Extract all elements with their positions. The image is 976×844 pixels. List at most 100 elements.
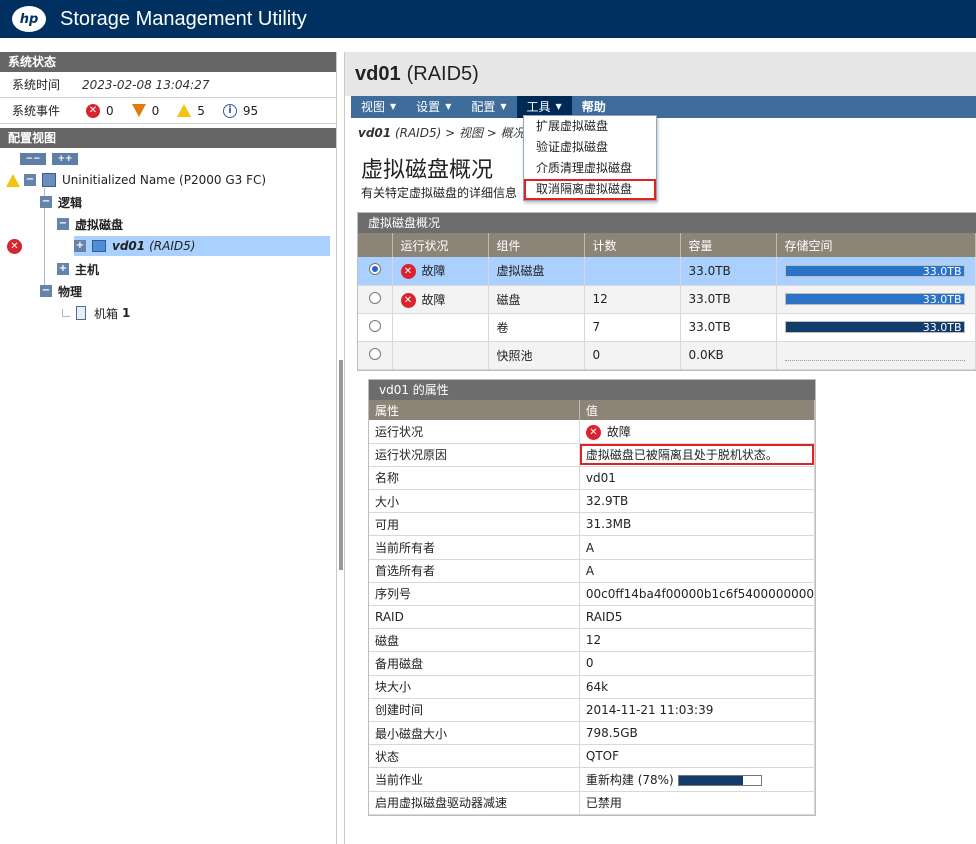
storage-cell	[776, 341, 976, 370]
tree-vd01[interactable]: + vd01 (RAID5)	[74, 236, 330, 256]
storage-cell: 33.0TB	[776, 313, 976, 342]
tree-enclosure-num: 1	[122, 306, 131, 320]
row-radio[interactable]	[368, 319, 381, 332]
tree-logical-label: 逻辑	[58, 195, 83, 210]
tree-hosts[interactable]: + 主机	[57, 259, 99, 279]
left-panel: 系统状态 系统时间 2023-02-08 13:04:27 系统事件 ✕ 0 0 …	[0, 52, 337, 844]
tree-vd01-raid: (RAID5)	[149, 239, 196, 253]
select-cell[interactable]	[358, 257, 393, 286]
table-row[interactable]: ✕ 故障 磁盘 12 33.0TB 33.0TB	[358, 285, 976, 314]
menu-view[interactable]: 视图 ▼	[351, 96, 406, 118]
tree-logical[interactable]: − 逻辑	[40, 192, 82, 212]
expand-icon[interactable]: +	[57, 263, 69, 275]
storage-bar-empty	[784, 349, 965, 361]
col-count: 计数	[584, 233, 681, 257]
left-scrollbar[interactable]	[339, 360, 343, 570]
menu-scrub-vdisk[interactable]: 介质清理虚拟磁盘	[524, 158, 656, 179]
error-icon: ✕	[86, 103, 100, 118]
prop-label: 大小	[369, 489, 580, 514]
table-row[interactable]: 快照池 0 0.0KB	[358, 341, 976, 370]
warning-icon	[177, 104, 192, 117]
main-panel: vd01 (RAID5) 视图 ▼ 设置 ▼ 配置 ▼ 工具 ▼ 帮助 vd01 (RA…	[344, 52, 976, 844]
row-radio[interactable]	[368, 291, 381, 304]
caret-down-icon: ▼	[445, 102, 452, 111]
event-info[interactable]: i 95	[222, 103, 272, 118]
storage-bar-label: 33.0TB	[922, 293, 962, 306]
menu-verify-vdisk[interactable]: 验证虚拟磁盘	[524, 137, 656, 158]
error-icon: ✕	[400, 264, 416, 280]
select-cell[interactable]	[358, 313, 393, 342]
menu-expand-vdisk[interactable]: 扩展虚拟磁盘	[524, 116, 656, 137]
row-radio[interactable]	[368, 347, 381, 360]
table-row: RAID RAID5	[369, 605, 816, 630]
prop-label: 可用	[369, 512, 580, 537]
storage-cell: 33.0TB	[776, 257, 976, 286]
collapse-icon[interactable]: −	[24, 174, 36, 186]
menu-config[interactable]: 配置 ▼	[461, 96, 516, 118]
capacity-cell: 33.0TB	[680, 285, 777, 314]
collapse-icon[interactable]: −	[57, 218, 69, 230]
prop-value: vd01	[579, 466, 816, 491]
table-row[interactable]: 卷 7 33.0TB 33.0TB	[358, 313, 976, 342]
storage-bar-label: 33.0TB	[922, 264, 962, 278]
prop-value: 12	[579, 628, 816, 653]
expand-all-button[interactable]: ++	[52, 153, 78, 165]
collapse-icon[interactable]: −	[40, 196, 52, 208]
row-radio[interactable]	[368, 263, 381, 276]
config-view-heading: 配置视图	[0, 128, 336, 148]
health-cell: ✕ 故障	[392, 257, 489, 286]
collapse-all-button[interactable]: −−	[20, 153, 46, 165]
storage-bar: 33.0TB	[784, 293, 965, 306]
tree-vdisks-label: 虚拟磁盘	[75, 217, 124, 232]
tree-vd01-name: vd01	[112, 239, 146, 253]
prop-value: 64k	[579, 675, 816, 699]
health-text: 故障	[421, 264, 446, 279]
prop-label: 创建时间	[369, 698, 580, 722]
table-row: 序列号 00c0ff14ba4f00000b1c6f5400000000	[369, 582, 816, 607]
vdisk-title: vd01 (RAID5)	[345, 52, 976, 96]
component-cell: 快照池	[488, 341, 585, 370]
app-header: hp Storage Management Utility	[0, 0, 976, 38]
prop-value: QTOF	[579, 744, 816, 769]
prop-label: 状态	[369, 744, 580, 769]
table-row: 大小 32.9TB	[369, 489, 816, 514]
event-error[interactable]: ✕ 0	[86, 103, 128, 118]
expand-icon[interactable]: +	[74, 240, 86, 252]
breadcrumb-name[interactable]: vd01	[358, 126, 391, 140]
prop-health-text: 故障	[606, 424, 631, 439]
prop-label: 序列号	[369, 582, 580, 607]
event-critical[interactable]: 0	[131, 104, 174, 118]
menu-settings[interactable]: 设置 ▼	[406, 96, 461, 118]
count-cell: 12	[584, 285, 681, 314]
vdisk-title-raid: (RAID5)	[406, 62, 479, 85]
table-row[interactable]: ✕ 故障 虚拟磁盘 33.0TB 33.0TB	[358, 257, 976, 286]
col-attribute: 属性	[369, 400, 580, 420]
prop-label: 磁盘	[369, 628, 580, 653]
tree-vdisks[interactable]: − 虚拟磁盘	[57, 214, 123, 234]
prop-label: RAID	[369, 605, 580, 630]
select-cell[interactable]	[358, 341, 393, 370]
tree-enclosure[interactable]: 机箱 1	[62, 303, 130, 323]
prop-value: 32.9TB	[579, 489, 816, 514]
prop-value: 已禁用	[579, 791, 816, 815]
tree-physical[interactable]: − 物理	[40, 281, 82, 301]
storage-bar-label: 33.0TB	[922, 321, 962, 334]
system-status-heading: 系统状态	[0, 52, 336, 72]
system-time-row: 系统时间 2023-02-08 13:04:27	[0, 72, 336, 98]
select-cell[interactable]	[358, 285, 393, 314]
table-row: 块大小 64k	[369, 675, 816, 699]
critical-icon	[131, 104, 146, 117]
menu-dequarantine-vdisk[interactable]: 取消隔离虚拟磁盘	[524, 179, 656, 200]
collapse-icon[interactable]: −	[40, 285, 52, 297]
prop-label: 当前所有者	[369, 535, 580, 560]
enclosure-icon	[76, 306, 86, 320]
table-row: 运行状况 ✕ 故障	[369, 420, 816, 444]
prop-label: 块大小	[369, 675, 580, 699]
overview-heading: 虚拟磁盘概况	[358, 213, 976, 233]
table-row: 创建时间 2014-11-21 11:03:39	[369, 698, 816, 722]
col-capacity: 容量	[680, 233, 777, 257]
tree-tools: −− ++	[0, 148, 336, 170]
component-cell: 磁盘	[488, 285, 585, 314]
tree-root[interactable]: − Uninitialized Name (P2000 G3 FC)	[6, 170, 266, 190]
event-warning[interactable]: 5	[177, 104, 219, 118]
